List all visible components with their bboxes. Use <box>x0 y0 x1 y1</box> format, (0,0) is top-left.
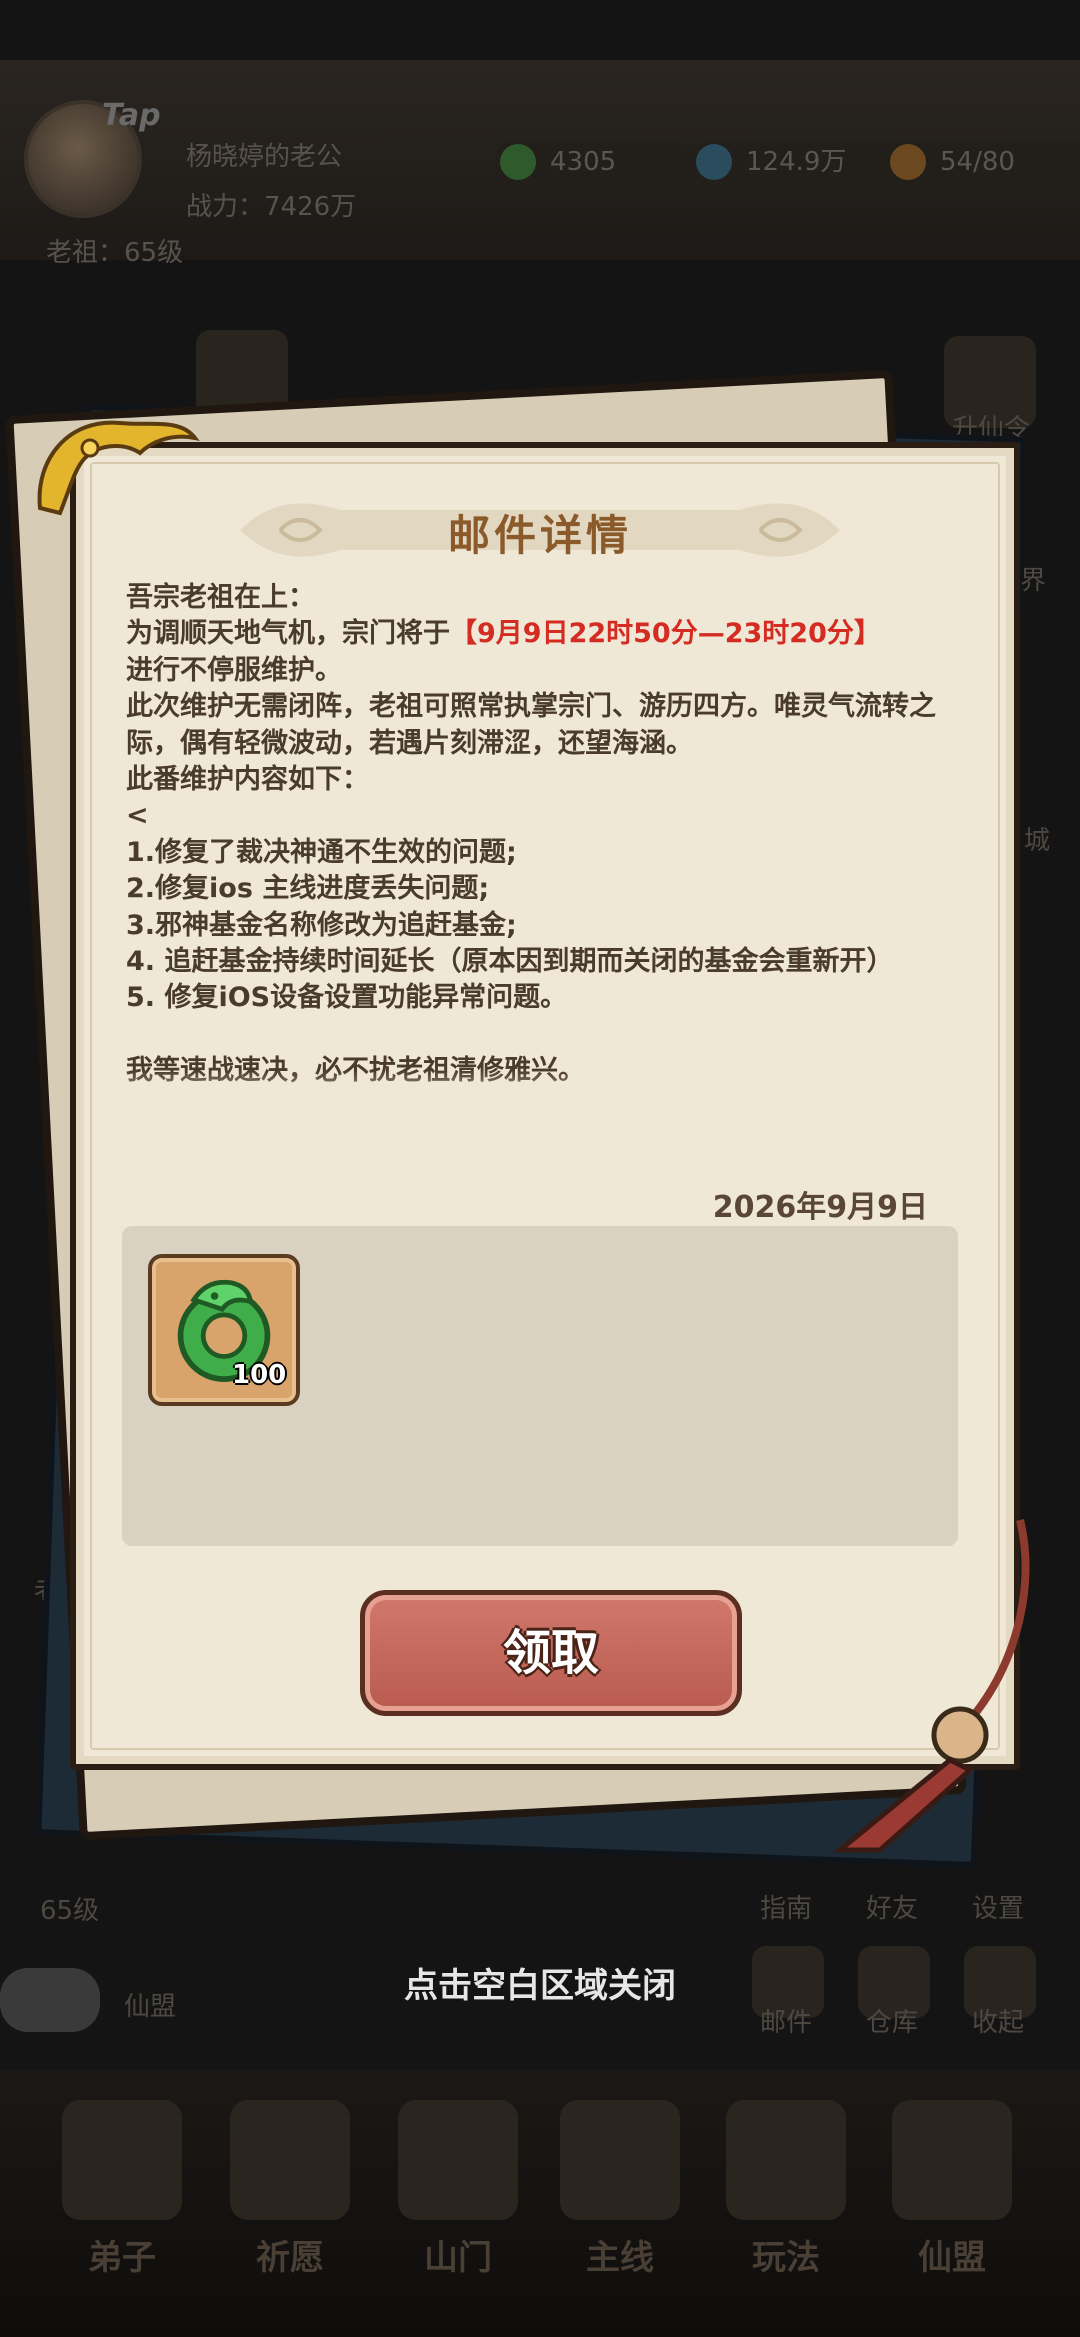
main-quest-icon <box>560 2100 680 2220</box>
settings-button: 设置 <box>972 1894 1025 1924</box>
mail-date: 2026年9月9日 <box>712 1190 928 1225</box>
resource-peach-value: 54/80 <box>940 147 1015 177</box>
mail-title: 邮件详情 <box>447 511 632 560</box>
peach-icon <box>890 144 926 180</box>
resource-stone: 124.9万 <box>690 142 906 182</box>
friends-button: 好友 <box>866 1894 919 1924</box>
mail-greeting: 吾宗老祖在上： <box>126 582 315 613</box>
tap-label: Tap <box>102 98 161 133</box>
right-side-label-1: 界 <box>1020 566 1047 596</box>
nav-sect-gate: 山门 <box>388 2100 528 2290</box>
disciples-icon <box>62 2100 182 2220</box>
mail-blank <box>126 1017 956 1053</box>
mail-body[interactable]: 吾宗老祖在上： 为调顺天地气机，宗门将于【9月9日22时50分—23时20分】 … <box>126 580 956 1115</box>
mail-item-1: 1.修复了裁决神通不生效的问题; <box>126 836 517 868</box>
resource-jade: 4305 <box>494 142 694 182</box>
right-side-label-2: 城 <box>1024 826 1051 856</box>
player-name: 杨晓婷的老公 <box>186 142 343 172</box>
nav-alliance: 仙盟 <box>882 2100 1022 2290</box>
mail-line3: 此次维护无需闭阵，老祖可照常执掌宗门、游历四方。唯灵气流转之际，偶有轻微波动，若… <box>126 691 936 759</box>
nav-wish: 祈愿 <box>220 2100 360 2290</box>
nav-label: 山门 <box>424 2238 492 2278</box>
mail-item-5: 5. 修复iOS设备设置功能异常问题。 <box>126 982 568 1014</box>
sect-gate-icon <box>398 2100 518 2220</box>
tassel-ornament-icon <box>832 1519 1030 1853</box>
mail-line2: 进行不停服维护。 <box>126 654 342 686</box>
text-fade <box>110 1070 970 1116</box>
jade-coin-icon <box>500 144 536 180</box>
resource-stone-value: 124.9万 <box>746 147 847 177</box>
claim-button-label: 领取 <box>502 1625 599 1681</box>
mail-line1: 为调顺天地气机，宗门将于【9月9日22时50分—23时20分】 <box>126 616 956 652</box>
wish-icon <box>230 2100 350 2220</box>
nav-gameplay: 玩法 <box>716 2100 856 2290</box>
reward-count: 100 <box>232 1360 287 1390</box>
gameplay-icon <box>726 2100 846 2220</box>
resource-peach: 54/80 <box>884 142 1080 182</box>
bottom-level: 65级 <box>40 1896 100 1926</box>
claim-button[interactable]: 领取 <box>360 1590 742 1716</box>
mail-line5: < <box>126 800 149 832</box>
nav-label: 弟子 <box>88 2238 156 2278</box>
power-text: 战力：7426万 <box>186 192 357 222</box>
level-text: 老祖：65级 <box>46 238 184 268</box>
nav-label: 祈愿 <box>256 2238 324 2278</box>
warehouse-button: 仓库 <box>866 2008 919 2038</box>
mail-item-2: 2.修复ios 主线进度丢失问题; <box>126 873 490 905</box>
nav-label: 主线 <box>586 2238 654 2278</box>
alliance-icon <box>892 2100 1012 2220</box>
close-hint[interactable]: 点击空白区域关闭 <box>0 1958 1080 2007</box>
nav-label: 仙盟 <box>918 2238 986 2278</box>
maintenance-time: 【9月9日22时50分—23时20分】 <box>450 618 881 650</box>
nav-main-quest: 主线 <box>550 2100 690 2290</box>
nav-disciples: 弟子 <box>52 2100 192 2290</box>
mail-line1-prefix: 为调顺天地气机，宗门将于 <box>126 618 450 650</box>
mail-line4: 此番维护内容如下： <box>126 764 369 796</box>
mail-item-3: 3.邪神基金名称修改为追赶基金; <box>126 909 517 941</box>
mail-button: 邮件 <box>760 2008 813 2038</box>
nav-label: 玩法 <box>752 2238 820 2278</box>
mail-item-4: 4. 追赶基金持续时间延长（原本因到期而关闭的基金会重新开） <box>126 946 894 978</box>
collapse-button: 收起 <box>972 2008 1025 2038</box>
resource-jade-value: 4305 <box>550 147 617 177</box>
guide-button: 指南 <box>760 1894 813 1924</box>
spirit-stone-icon <box>696 144 732 180</box>
golden-dragon-ornament-icon <box>37 420 200 516</box>
